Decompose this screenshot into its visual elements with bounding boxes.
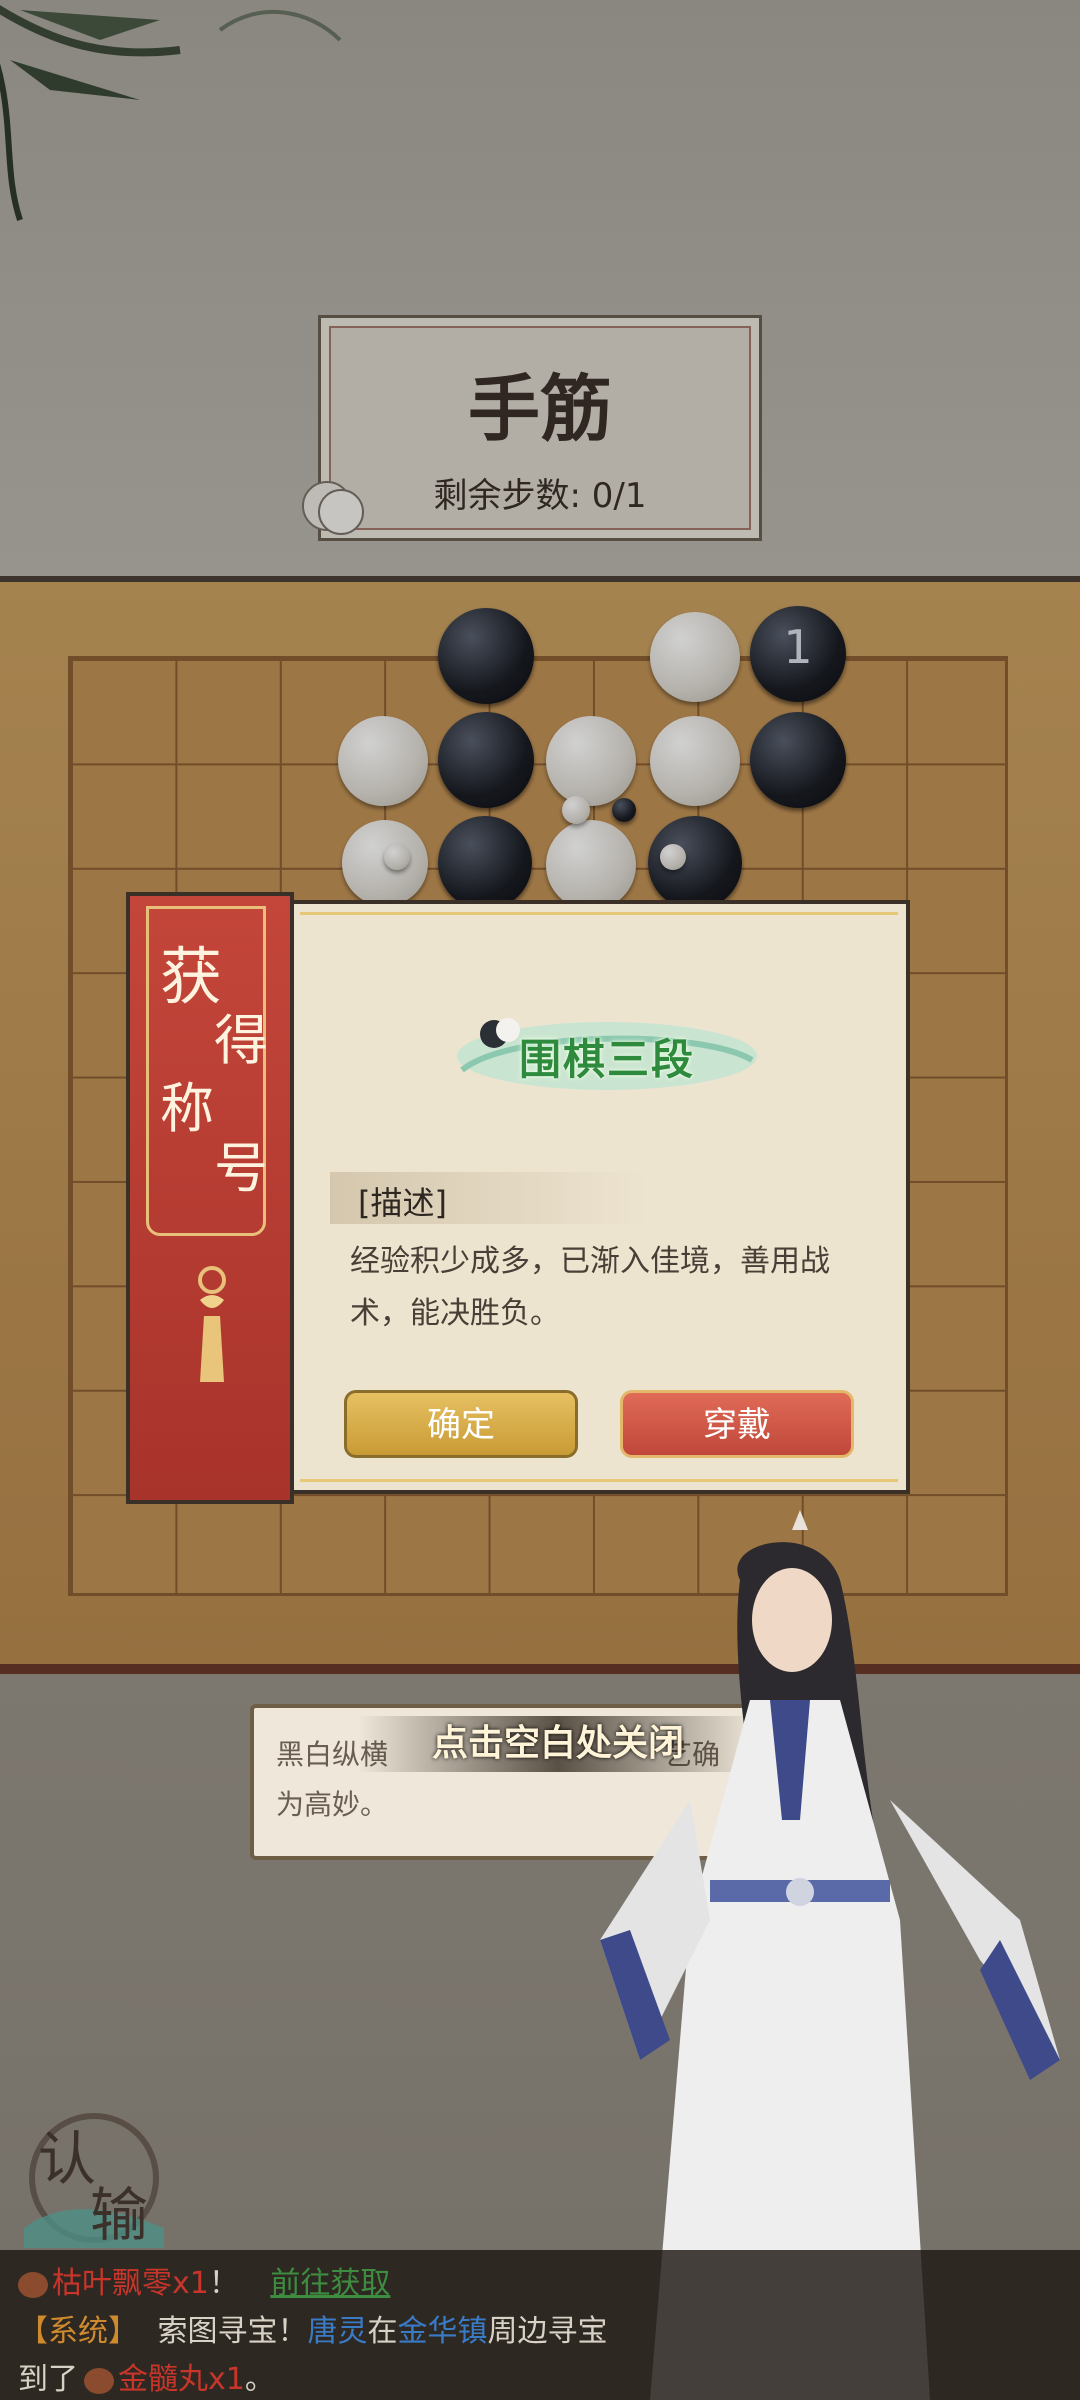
item-name: 金髓丸x1 bbox=[118, 2362, 245, 2397]
title-badge: 围棋三段 bbox=[452, 1000, 762, 1110]
ribbon-char: 称 bbox=[160, 1077, 214, 1140]
system-tag: 【系统】 bbox=[18, 2314, 138, 2349]
description-text: 经验积少成多，已渐入佳境，善用战 术，能决胜负。 bbox=[350, 1236, 910, 1340]
description-line: 术，能决胜负。 bbox=[350, 1296, 560, 1331]
description-line: 经验积少成多，已渐入佳境，善用战 bbox=[350, 1244, 830, 1279]
ribbon-char: 号 bbox=[214, 1137, 268, 1200]
wear-button[interactable]: 穿戴 bbox=[620, 1390, 854, 1458]
place-name[interactable]: 金华镇 bbox=[398, 2314, 488, 2349]
tassel-icon bbox=[198, 1266, 226, 1382]
go-obtain-link[interactable]: 前往获取 bbox=[270, 2266, 390, 2301]
resign-char: 认 bbox=[38, 2125, 97, 2193]
award-ribbon: 获 得 称 号 bbox=[126, 892, 294, 1504]
ribbon-char: 得 bbox=[214, 1009, 268, 1072]
description-header-label: [描述] bbox=[358, 1184, 447, 1222]
chat-line: 【系统】 索图寻宝！唐灵在金华镇周边寻宝 bbox=[18, 2306, 608, 2350]
confirm-button[interactable]: 确定 bbox=[344, 1390, 578, 1458]
chat-line: 枯叶飘零x1！ 前往获取 bbox=[18, 2258, 390, 2302]
chat-feed[interactable]: 枯叶飘零x1！ 前往获取 【系统】 索图寻宝！唐灵在金华镇周边寻宝 到了 金髓丸x… bbox=[0, 2250, 1080, 2400]
chat-text: 周边寻宝 bbox=[487, 2314, 608, 2349]
chat-line: 到了 金髓丸x1。 bbox=[18, 2354, 275, 2398]
chat-text: 索图寻宝！ bbox=[157, 2314, 308, 2349]
resign-button[interactable]: 认 输 bbox=[24, 2108, 164, 2249]
player-name[interactable]: 唐灵 bbox=[308, 2314, 368, 2349]
resign-char: 输 bbox=[90, 2181, 149, 2249]
chat-text: 。 bbox=[244, 2362, 275, 2397]
ribbon-char: 获 bbox=[160, 940, 223, 1013]
chat-text: 到了 bbox=[18, 2362, 78, 2397]
item-name: 枯叶飘零x1 bbox=[52, 2266, 209, 2301]
description-header: [描述] bbox=[330, 1172, 650, 1224]
title-name: 围棋三段 bbox=[518, 1035, 695, 1084]
chat-text: ！ bbox=[208, 2266, 239, 2301]
item-icon bbox=[84, 2367, 114, 2394]
item-icon bbox=[18, 2271, 48, 2298]
chat-text: 在 bbox=[367, 2314, 398, 2349]
